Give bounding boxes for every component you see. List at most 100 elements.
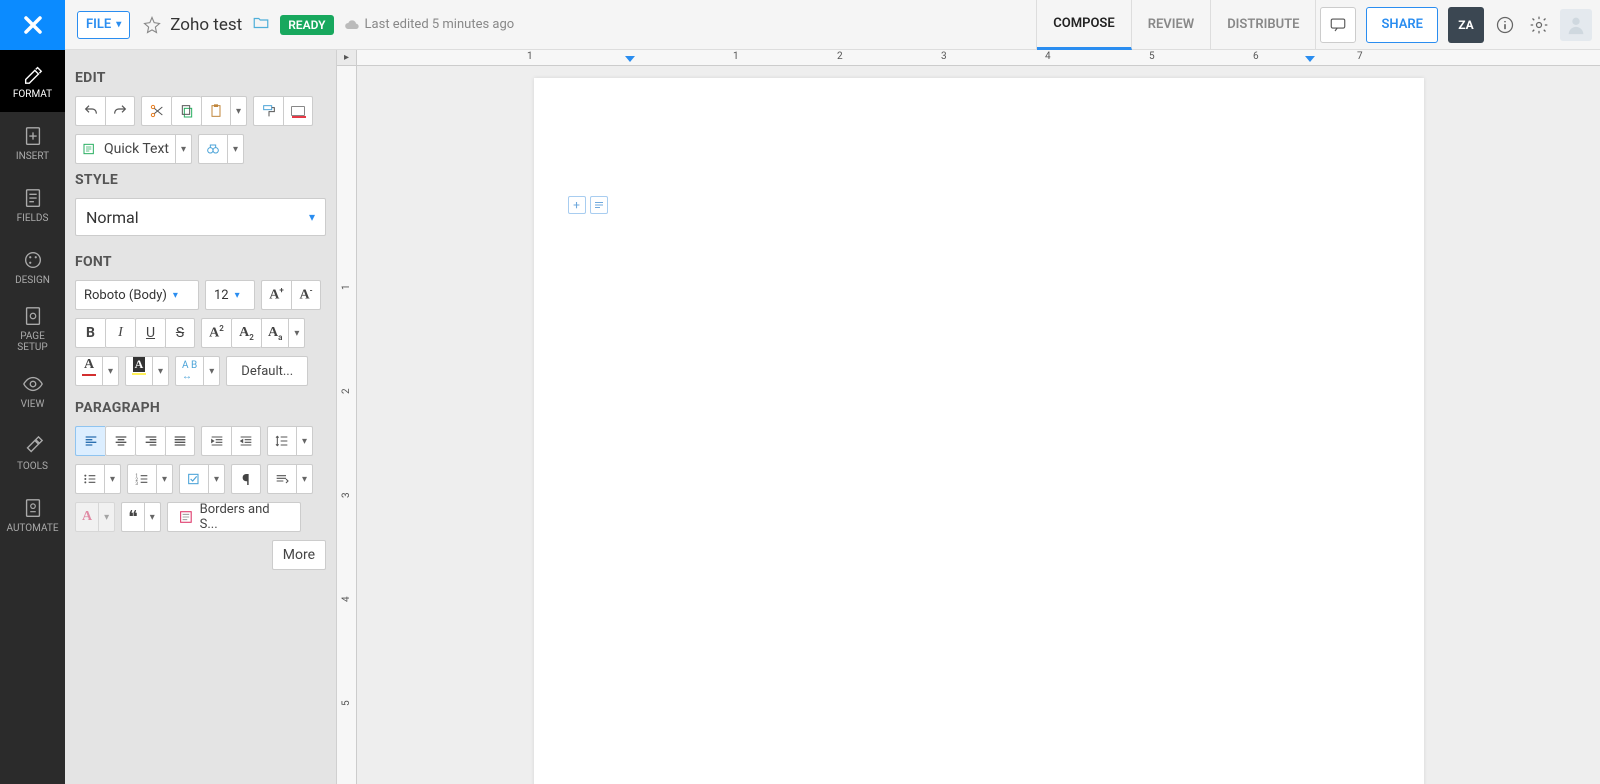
chevron-down-icon[interactable]: ▾	[208, 465, 224, 493]
chevron-down-icon[interactable]: ▾	[156, 465, 172, 493]
tools-icon	[22, 435, 44, 457]
horizontal-ruler[interactable]: 1 1 2 3 4 5 6 7	[357, 50, 1600, 66]
zia-assistant-button[interactable]: ZA	[1448, 7, 1484, 43]
align-left-icon	[83, 433, 99, 449]
cut-button[interactable]	[141, 96, 171, 126]
rail-design[interactable]: DESIGN	[0, 236, 65, 298]
document-page[interactable]: +	[534, 78, 1424, 784]
indent-marker-left[interactable]	[625, 56, 635, 62]
redo-button[interactable]	[105, 96, 135, 126]
drop-cap-button[interactable]: A▾	[75, 502, 115, 532]
app-logo[interactable]	[0, 0, 65, 50]
copy-button[interactable]	[171, 96, 201, 126]
chevron-down-icon[interactable]: ▾	[203, 357, 219, 385]
ruler-toggle[interactable]: ▸	[337, 50, 357, 66]
info-button[interactable]	[1490, 10, 1520, 40]
tab-compose[interactable]: COMPOSE	[1037, 0, 1131, 50]
add-block-button[interactable]: +	[568, 196, 586, 214]
settings-button[interactable]	[1524, 10, 1554, 40]
chevron-down-icon[interactable]: ▾	[104, 465, 120, 493]
font-color-button[interactable]: A▾	[75, 356, 119, 386]
chevron-down-icon[interactable]: ▾	[230, 97, 246, 125]
highlight-icon: A	[133, 357, 146, 372]
rail-insert[interactable]: INSERT	[0, 112, 65, 174]
document-canvas[interactable]: +	[357, 66, 1600, 784]
rail-fields[interactable]: FIELDS	[0, 174, 65, 236]
format-painter-button[interactable]	[253, 96, 283, 126]
indent-decrease-button[interactable]	[231, 426, 261, 456]
numbered-list-button[interactable]: 123▾	[127, 464, 173, 494]
rail-view[interactable]: VIEW	[0, 360, 65, 422]
kerning-default-button[interactable]: Default...	[226, 356, 308, 386]
checklist-button[interactable]: ▾	[179, 464, 225, 494]
bullet-list-button[interactable]: ▾	[75, 464, 121, 494]
undo-button[interactable]	[75, 96, 105, 126]
bold-button[interactable]: B	[75, 318, 105, 348]
chevron-down-icon[interactable]: ▾	[296, 427, 312, 455]
rail-format[interactable]: FORMAT	[0, 50, 65, 112]
font-section-title: FONT	[75, 254, 326, 270]
tab-review[interactable]: REVIEW	[1132, 0, 1212, 50]
align-center-button[interactable]	[105, 426, 135, 456]
view-icon	[22, 373, 44, 395]
line-spacing-button[interactable]: ▾	[267, 426, 313, 456]
style-select[interactable]: Normal ▾	[75, 198, 326, 236]
chevron-down-icon[interactable]: ▾	[296, 465, 312, 493]
user-avatar[interactable]	[1560, 9, 1592, 41]
highlight-color-button[interactable]: A▾	[125, 356, 169, 386]
superscript-button[interactable]: A2	[201, 318, 231, 348]
close-x-icon	[19, 11, 47, 39]
folder-icon	[252, 14, 270, 32]
find-replace-button[interactable]: ▾	[198, 134, 244, 164]
borders-shading-button[interactable]: Borders and S...	[167, 502, 301, 532]
blockquote-button[interactable]: ❝▾	[121, 502, 161, 532]
indent-marker-right[interactable]	[1305, 56, 1315, 62]
insert-text-button[interactable]	[590, 196, 608, 214]
vertical-ruler[interactable]: 1 2 3 4 5	[337, 66, 357, 784]
info-icon	[1495, 15, 1515, 35]
italic-button[interactable]: I	[105, 318, 135, 348]
align-justify-icon	[172, 433, 188, 449]
chevron-down-icon[interactable]: ▾	[152, 357, 168, 385]
file-label: FILE	[86, 17, 111, 32]
document-title[interactable]: Zoho test	[170, 15, 242, 35]
more-button[interactable]: More	[272, 540, 326, 570]
chevron-down-icon[interactable]: ▾	[227, 135, 243, 163]
subscript-button[interactable]: A2	[231, 318, 261, 348]
strikethrough-button[interactable]: S	[165, 318, 195, 348]
rail-automate[interactable]: AUTOMATE	[0, 484, 65, 546]
font-family-select[interactable]: Roboto (Body)▾	[75, 280, 199, 310]
folder-button[interactable]	[252, 14, 270, 36]
undo-icon	[83, 103, 99, 119]
file-menu-button[interactable]: FILE ▾	[77, 11, 130, 39]
comment-button[interactable]	[1320, 7, 1356, 43]
indent-increase-button[interactable]	[201, 426, 231, 456]
chevron-down-icon[interactable]: ▾	[102, 357, 118, 385]
chevron-down-icon[interactable]: ▾	[144, 503, 160, 531]
increase-font-button[interactable]: A+	[261, 280, 291, 310]
decrease-font-button[interactable]: A-	[291, 280, 321, 310]
share-button[interactable]: SHARE	[1366, 7, 1438, 43]
font-size-select[interactable]: 12▾	[205, 280, 255, 310]
tab-distribute[interactable]: DISTRIBUTE	[1211, 0, 1315, 50]
font-color-icon: A	[84, 357, 94, 373]
chevron-down-icon[interactable]: ▾	[288, 319, 304, 347]
chevron-down-icon[interactable]: ▾	[175, 135, 191, 163]
underline-button[interactable]: U	[135, 318, 165, 348]
align-justify-button[interactable]	[165, 426, 195, 456]
char-spacing-button[interactable]: A B↔▾	[175, 356, 220, 386]
rail-page-setup[interactable]: PAGE SETUP	[0, 298, 65, 360]
chevron-down-icon[interactable]: ▾	[98, 503, 114, 531]
favorite-star-button[interactable]	[140, 13, 164, 37]
status-badge[interactable]: READY	[280, 15, 333, 35]
clear-format-button[interactable]	[283, 96, 313, 126]
paste-button[interactable]: ▾	[201, 96, 247, 126]
rail-tools[interactable]: TOOLS	[0, 422, 65, 484]
chevron-down-icon: ▾	[309, 210, 315, 224]
change-case-button[interactable]: Aa▾	[261, 318, 305, 348]
paragraph-direction-button[interactable]: ¶	[231, 464, 261, 494]
align-right-button[interactable]	[135, 426, 165, 456]
text-direction-button[interactable]: ▾	[267, 464, 313, 494]
align-left-button[interactable]	[75, 426, 105, 456]
quick-text-button[interactable]: Quick Text ▾	[75, 134, 192, 164]
